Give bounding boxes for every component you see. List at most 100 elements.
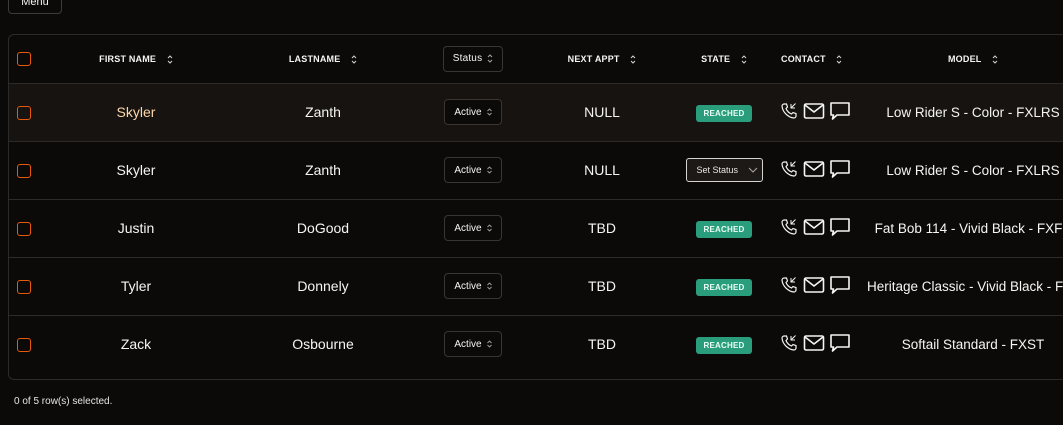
phone-icon[interactable] bbox=[779, 159, 799, 179]
state-badge: REACHED bbox=[695, 278, 753, 296]
row-select-cell bbox=[9, 83, 45, 142]
next-appt: TBD bbox=[588, 336, 616, 353]
col-contact[interactable]: CONTACT bbox=[771, 35, 867, 84]
col-state[interactable]: STATE bbox=[677, 35, 771, 84]
sort-icon[interactable] bbox=[167, 55, 173, 64]
select-all-checkbox[interactable] bbox=[17, 51, 31, 66]
status-value: Active bbox=[454, 338, 482, 350]
table-row[interactable]: Justin DoGood Active TBD REACHED Fat Bob… bbox=[9, 199, 1063, 258]
sort-icon[interactable] bbox=[351, 55, 357, 64]
select-all-cell bbox=[9, 35, 45, 84]
last-name-cell: Osbourne bbox=[227, 315, 419, 373]
sort-icon[interactable] bbox=[741, 55, 747, 64]
mail-icon[interactable] bbox=[803, 102, 825, 120]
sort-icon bbox=[486, 108, 492, 116]
phone-icon[interactable] bbox=[779, 275, 799, 295]
col-model-label: MODEL bbox=[947, 53, 982, 64]
mail-icon[interactable] bbox=[803, 276, 825, 294]
mail-icon[interactable] bbox=[803, 334, 825, 352]
col-next-appt-label: NEXT APPT bbox=[567, 53, 620, 64]
state-cell: REACHED bbox=[677, 83, 771, 142]
status-value: Active bbox=[454, 106, 482, 118]
next-appt-cell: TBD bbox=[527, 315, 677, 373]
status-select[interactable]: Active bbox=[444, 99, 502, 125]
row-checkbox[interactable] bbox=[17, 338, 31, 353]
model-name: Fat Bob 114 - Vivid Black - FXFB bbox=[874, 220, 1063, 236]
table-row[interactable]: Tyler Donnely Active TBD REACHED Heritag… bbox=[9, 257, 1063, 316]
model-name: Low Rider S - Color - FXLRS bbox=[886, 162, 1060, 178]
sort-icon[interactable] bbox=[836, 55, 842, 64]
row-checkbox[interactable] bbox=[17, 106, 31, 121]
first-name: Skyler bbox=[116, 104, 156, 120]
last-name-cell: Zanth bbox=[227, 141, 419, 200]
next-appt-cell: NULL bbox=[527, 83, 677, 142]
state-cell: Set Status bbox=[677, 141, 771, 200]
row-select-cell bbox=[9, 315, 45, 373]
contact-cell bbox=[771, 199, 867, 258]
status-select[interactable]: Active bbox=[444, 331, 502, 358]
row-checkbox[interactable] bbox=[17, 222, 31, 237]
col-first-name-label: FIRST NAME bbox=[99, 53, 157, 64]
col-model[interactable]: MODEL bbox=[867, 35, 1063, 84]
mail-icon[interactable] bbox=[803, 160, 825, 178]
status-filter-button[interactable]: Status bbox=[442, 45, 504, 72]
col-first-name[interactable]: FIRST NAME bbox=[45, 35, 227, 84]
first-name-cell: Skyler bbox=[45, 83, 227, 142]
contact-cell bbox=[771, 141, 867, 200]
next-appt-cell: TBD bbox=[527, 199, 677, 258]
row-select-cell bbox=[9, 141, 45, 200]
status-select[interactable]: Active bbox=[444, 273, 502, 299]
col-next-appt[interactable]: NEXT APPT bbox=[527, 35, 677, 84]
status-value: Active bbox=[454, 280, 482, 292]
status-cell: Active bbox=[419, 315, 527, 373]
model-cell: Low Rider S - Color - FXLRS bbox=[867, 141, 1063, 200]
sort-icon bbox=[486, 166, 492, 174]
table-row[interactable]: Skyler Zanth Active NULL Set Status Low … bbox=[9, 141, 1063, 200]
state-cell: REACHED bbox=[677, 199, 771, 258]
last-name-cell: Donnely bbox=[227, 257, 419, 316]
table-row[interactable]: Skyler Zanth Active NULL REACHED Low Rid… bbox=[9, 83, 1063, 142]
status-cell: Active bbox=[419, 141, 527, 200]
phone-icon[interactable] bbox=[779, 217, 799, 237]
last-name: Donnely bbox=[297, 278, 349, 294]
first-name-cell: Skyler bbox=[45, 141, 227, 200]
row-checkbox[interactable] bbox=[17, 280, 31, 295]
status-value: Active bbox=[454, 222, 482, 234]
set-status-select[interactable]: Set Status bbox=[685, 158, 763, 182]
status-select[interactable]: Active bbox=[444, 157, 502, 183]
table-row[interactable]: Zack Osbourne Active TBD REACHED Softail… bbox=[9, 315, 1063, 373]
chat-icon[interactable] bbox=[829, 333, 851, 353]
chat-icon[interactable] bbox=[829, 217, 851, 237]
row-checkbox[interactable] bbox=[17, 164, 31, 179]
menu-button[interactable]: Menu bbox=[8, 0, 62, 14]
first-name: Zack bbox=[120, 336, 152, 353]
sort-icon bbox=[486, 340, 492, 348]
chat-icon[interactable] bbox=[829, 275, 851, 295]
first-name: Tyler bbox=[120, 278, 152, 294]
status-select[interactable]: Active bbox=[444, 215, 502, 241]
state-badge: REACHED bbox=[695, 220, 753, 238]
col-last-name[interactable]: LASTNAME bbox=[227, 35, 419, 84]
sort-icon[interactable] bbox=[992, 55, 998, 64]
model-cell: Low Rider S - Color - FXLRS bbox=[867, 83, 1063, 142]
row-select-cell bbox=[9, 199, 45, 258]
sort-icon[interactable] bbox=[630, 55, 636, 64]
last-name: DoGood bbox=[296, 220, 350, 236]
last-name-cell: DoGood bbox=[227, 199, 419, 258]
phone-icon[interactable] bbox=[779, 333, 799, 353]
last-name-cell: Zanth bbox=[227, 83, 419, 142]
phone-icon[interactable] bbox=[779, 101, 799, 121]
chat-icon[interactable] bbox=[829, 101, 851, 121]
table-header-row: FIRST NAME LASTNAME Status NEXT APPT STA… bbox=[9, 35, 1063, 84]
next-appt: TBD bbox=[588, 278, 616, 294]
state-badge: REACHED bbox=[695, 104, 753, 122]
contact-cell bbox=[771, 83, 867, 142]
next-appt: NULL bbox=[584, 162, 620, 178]
mail-icon[interactable] bbox=[803, 218, 825, 236]
first-name: Skyler bbox=[116, 162, 156, 178]
status-cell: Active bbox=[419, 257, 527, 316]
model-name: Softail Standard - FXST bbox=[901, 336, 1045, 352]
chat-icon[interactable] bbox=[829, 159, 851, 179]
first-name-cell: Zack bbox=[45, 315, 227, 373]
page: Menu FIRST NAME LASTNAME Status NEXT APP… bbox=[0, 0, 1063, 425]
